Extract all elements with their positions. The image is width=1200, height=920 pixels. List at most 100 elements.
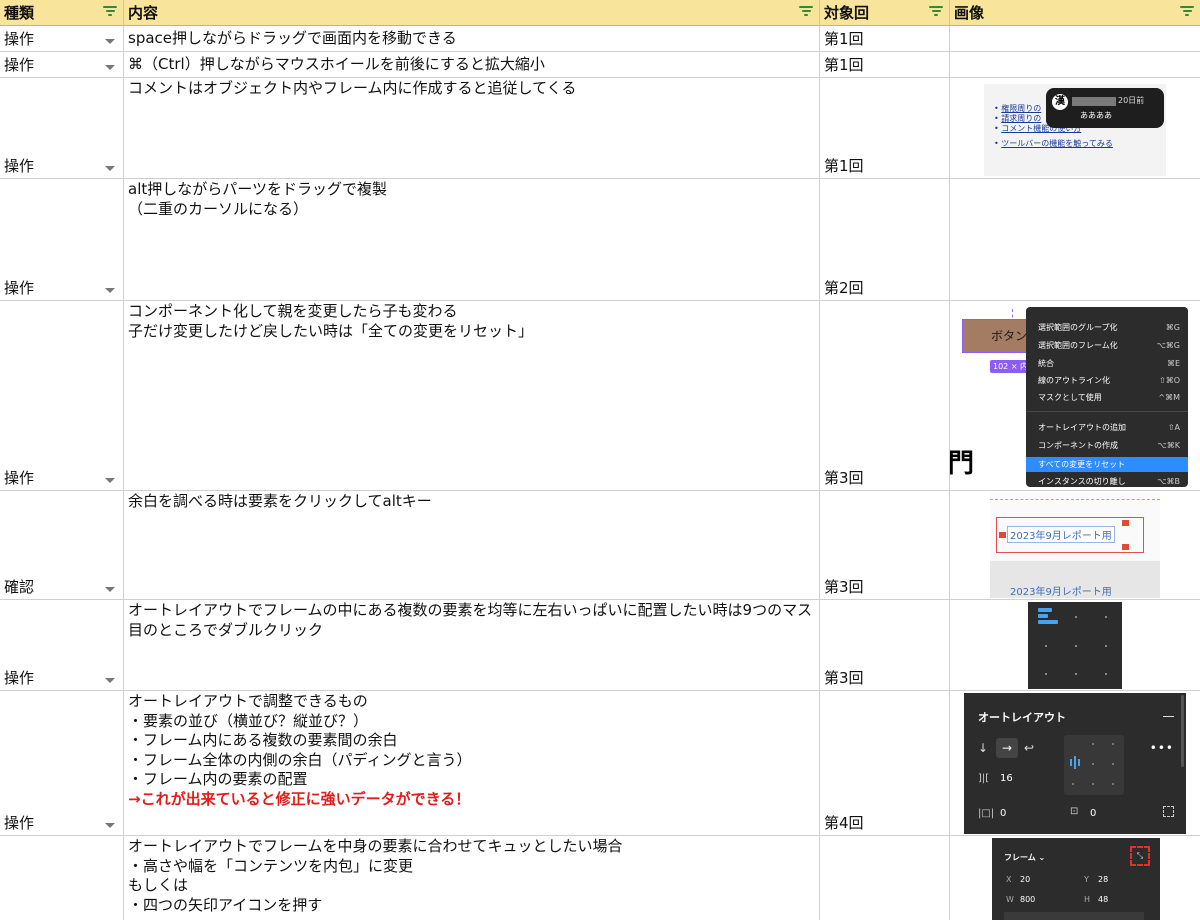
menu-item-reset-all[interactable]: すべての変更をリセット xyxy=(1026,457,1188,472)
menu-divider xyxy=(1026,411,1188,412)
type-cell[interactable]: 操作 xyxy=(0,52,124,77)
round-cell[interactable]: 第3回 xyxy=(820,491,950,599)
menu-item[interactable]: 選択範囲のグループ化 ⌘G xyxy=(1026,321,1188,335)
independent-padding-icon[interactable] xyxy=(1163,806,1174,817)
type-value: 操作 xyxy=(4,279,35,297)
table-row: 操作 コメントはオブジェクト内やフレーム内に作成すると追従してくる 第1回 • … xyxy=(0,78,1200,179)
alignment-grid[interactable] xyxy=(1064,735,1124,795)
content-cell[interactable]: コンポーネント化して親を変更したら子も変わる 子だけ変更したけど戻したい時は「全… xyxy=(124,301,820,490)
type-cell[interactable]: 操作 xyxy=(0,301,124,490)
image-cell[interactable]: • 権限周りの • 請求周りの • コメント機能の使い方 • ツールバーの機能を… xyxy=(950,78,1200,178)
content-cell[interactable]: オートレイアウトでフレームの中にある複数の要素を均等に左右いっぱいに配置したい時… xyxy=(124,600,820,690)
image-cell[interactable] xyxy=(950,52,1200,77)
alignment-grid-screenshot[interactable] xyxy=(1028,602,1122,689)
panel-title: フレーム ⌄ xyxy=(1004,853,1046,862)
content-text: コンポーネント化して親を変更したら子も変わる 子だけ変更したけど戻したい時は「全… xyxy=(128,302,534,340)
horizontal-padding-value[interactable]: 0 xyxy=(1000,808,1006,819)
dropdown-arrow-icon[interactable] xyxy=(105,823,115,828)
image-cell[interactable] xyxy=(950,600,1200,690)
image-cell[interactable]: ボタン 102 × 内包 門 選択範囲のグループ化 ⌘G 選択範囲のフレーム化 ⌥⌘… xyxy=(950,301,1200,490)
hug-contents-icon[interactable]: ⤡ xyxy=(1130,846,1150,866)
type-cell[interactable]: 確認 xyxy=(0,491,124,599)
width-value[interactable]: 800 xyxy=(1020,895,1035,904)
content-cell[interactable]: space押しながらドラッグで画面内を移動できる xyxy=(124,26,820,51)
round-cell[interactable]: 第1回 xyxy=(820,78,950,178)
dropdown-arrow-icon[interactable] xyxy=(105,39,115,44)
menu-item[interactable]: 選択範囲のフレーム化 ⌥⌘G xyxy=(1026,339,1188,353)
spacing-marker xyxy=(1122,520,1129,526)
round-cell[interactable]: 第3回 xyxy=(820,600,950,690)
dropdown-arrow-icon[interactable] xyxy=(105,288,115,293)
round-cell[interactable]: 第1回 xyxy=(820,26,950,51)
menu-item[interactable]: 線のアウトライン化 ⇧⌘O xyxy=(1026,374,1188,388)
content-cell[interactable]: オートレイアウトで調整できるもの ・要素の並び（横並び？縦並び？） ・フレーム内… xyxy=(124,691,820,835)
gap-value[interactable]: 16 xyxy=(1000,773,1013,784)
image-cell[interactable]: フレーム ⌄ ⤡ X 20 Y 28 W 800 H 48 xyxy=(950,836,1200,920)
height-value[interactable]: 48 xyxy=(1098,895,1108,904)
round-cell[interactable] xyxy=(820,836,950,920)
column-header-type[interactable]: 種類 xyxy=(0,0,124,26)
comment-screenshot: • 権限周りの • 請求周りの • コメント機能の使い方 • ツールバーの機能を… xyxy=(984,84,1166,176)
image-cell[interactable]: オートレイアウト ↓ → ↩ ]|[ 16 ••• |□| 0 ⊡ 0 xyxy=(950,691,1200,835)
type-cell[interactable]: 操作 xyxy=(0,600,124,690)
content-text: space押しながらドラッグで画面内を移動できる xyxy=(128,29,457,47)
align-bar xyxy=(1038,614,1048,618)
image-cell[interactable] xyxy=(950,26,1200,51)
dropdown-field[interactable] xyxy=(1004,912,1144,920)
grid-dot xyxy=(1092,783,1094,785)
content-cell[interactable]: オートレイアウトでフレームを中身の要素に合わせてキュッとしたい場合 ・高さや幅を… xyxy=(124,836,820,920)
type-value: 操作 xyxy=(4,30,35,48)
round-cell[interactable]: 第4回 xyxy=(820,691,950,835)
menu-item[interactable]: コンポーネントの作成 ⌥⌘K xyxy=(1026,439,1188,453)
filter-icon[interactable] xyxy=(929,6,943,18)
type-cell[interactable]: 操作 xyxy=(0,691,124,835)
y-value[interactable]: 28 xyxy=(1098,875,1108,884)
column-header-image[interactable]: 画像 xyxy=(950,0,1200,26)
round-value: 第3回 xyxy=(824,669,864,687)
collapse-icon[interactable] xyxy=(1163,716,1174,717)
round-cell[interactable]: 第2回 xyxy=(820,179,950,300)
menu-item[interactable]: インスタンスの切り離し ⌥⌘B xyxy=(1026,475,1188,487)
menu-item[interactable]: マスクとして使用 ^⌘M xyxy=(1026,391,1188,405)
dropdown-arrow-icon[interactable] xyxy=(105,65,115,70)
filter-icon[interactable] xyxy=(1180,6,1194,18)
table-row: 操作 コンポーネント化して親を変更したら子も変わる 子だけ変更したけど戻したい時… xyxy=(0,301,1200,491)
dropdown-arrow-icon[interactable] xyxy=(105,166,115,171)
content-cell[interactable]: コメントはオブジェクト内やフレーム内に作成すると追従してくる xyxy=(124,78,820,178)
scrollbar[interactable] xyxy=(1181,695,1184,767)
grid-dot xyxy=(1112,763,1114,765)
round-cell[interactable]: 第1回 xyxy=(820,52,950,77)
horizontal-direction-icon[interactable]: → xyxy=(996,738,1018,758)
dropdown-arrow-icon[interactable] xyxy=(105,678,115,683)
more-options-icon[interactable]: ••• xyxy=(1150,741,1174,755)
vertical-padding-icon: ⊡ xyxy=(1070,806,1079,817)
image-cell[interactable] xyxy=(950,179,1200,300)
grid-dot xyxy=(1112,783,1114,785)
round-cell[interactable]: 第3回 xyxy=(820,301,950,490)
vertical-direction-icon[interactable]: ↓ xyxy=(978,741,988,755)
type-cell[interactable] xyxy=(0,836,124,920)
round-value: 第3回 xyxy=(824,578,864,596)
filter-icon[interactable] xyxy=(103,6,117,18)
content-cell[interactable]: alt押しながらパーツをドラッグで複製 （二重のカーソルになる） xyxy=(124,179,820,300)
grid-dot xyxy=(1075,616,1077,618)
dropdown-arrow-icon[interactable] xyxy=(105,478,115,483)
column-header-content-label: 内容 xyxy=(128,4,159,22)
x-value[interactable]: 20 xyxy=(1020,875,1030,884)
filter-icon[interactable] xyxy=(799,6,813,18)
type-cell[interactable]: 操作 xyxy=(0,26,124,51)
vertical-padding-value[interactable]: 0 xyxy=(1090,808,1096,819)
comment-bubble: 漢 20日前 ああああ xyxy=(1046,88,1164,128)
column-header-round[interactable]: 対象回 xyxy=(820,0,950,26)
content-cell[interactable]: ⌘（Ctrl）押しながらマウスホイールを前後にすると拡大縮小 xyxy=(124,52,820,77)
column-header-content[interactable]: 内容 xyxy=(124,0,820,26)
menu-item[interactable]: 統合 ⌘E xyxy=(1026,357,1188,371)
type-cell[interactable]: 操作 xyxy=(0,179,124,300)
type-cell[interactable]: 操作 xyxy=(0,78,124,178)
image-cell[interactable]: 2023年9月レポート用 2023年9月レポート用 xyxy=(950,491,1200,599)
align-bar xyxy=(1038,608,1052,612)
content-cell[interactable]: 余白を調べる時は要素をクリックしてaltキー xyxy=(124,491,820,599)
wrap-direction-icon[interactable]: ↩ xyxy=(1024,741,1034,755)
menu-item[interactable]: オートレイアウトの追加 ⇧A xyxy=(1026,421,1188,435)
dropdown-arrow-icon[interactable] xyxy=(105,587,115,592)
